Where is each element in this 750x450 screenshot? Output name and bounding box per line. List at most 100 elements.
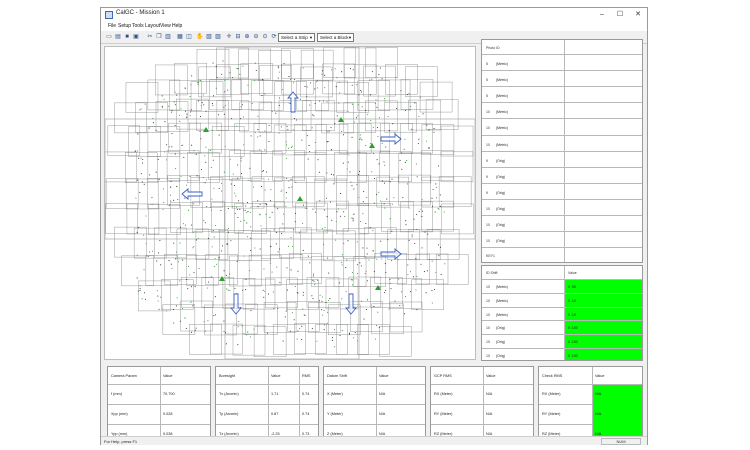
block-select[interactable]: Select a Block ▼ [317, 33, 354, 42]
table-cell-param: Y (Meter) [327, 412, 343, 416]
photo-type: (Orig) [496, 239, 505, 244]
tie-point [189, 274, 191, 276]
photo-list-row[interactable]: 5 (Metric) [482, 54, 642, 70]
cut-icon[interactable]: ✂ [146, 33, 154, 41]
tie-point [417, 143, 419, 145]
photo-footprint [201, 277, 235, 308]
tie-point [259, 248, 261, 250]
tie-point [254, 131, 256, 133]
table-cell-param: RY (Meter) [542, 412, 561, 416]
menu-setup[interactable]: Setup [118, 23, 131, 29]
tie-point [312, 114, 314, 116]
photo-list-row[interactable]: 9 (Orig) [482, 182, 642, 199]
strip-select[interactable]: Select a Strip ▼ [278, 33, 315, 42]
select-icon[interactable]: ▧ [205, 33, 213, 41]
photo-list-row[interactable]: 5 (Metric) [482, 86, 642, 102]
minimize-button[interactable]: – [595, 9, 609, 20]
photo-list-row[interactable]: 10 (Orig) [482, 231, 642, 247]
tie-point [246, 236, 249, 238]
save-icon[interactable]: ■ [123, 33, 131, 41]
tie-point [171, 146, 173, 148]
tie-point [312, 279, 314, 281]
tie-point [341, 298, 343, 300]
tie-point [211, 246, 213, 248]
photo-list-panel: Photo ID 5 (Metric) 5 (Metric) 5 (Metric) 10 (M… [481, 39, 643, 263]
photo-footprint [114, 102, 147, 134]
tie-point [155, 129, 157, 131]
shift-row[interactable]: 10 (Metric) 0 .10 [482, 292, 642, 307]
paste-icon[interactable]: ▥ [164, 33, 172, 41]
measure-icon[interactable]: ⊟ [234, 33, 242, 41]
tie-point [306, 95, 308, 97]
tie-point [285, 197, 287, 199]
menu-view[interactable]: View [160, 23, 171, 29]
photo-list-row[interactable]: 9 (Orig) [482, 166, 642, 183]
table-cell-param: Ty (Arcmin) [219, 412, 239, 416]
tie-point [212, 62, 214, 64]
tie-point [203, 220, 205, 222]
open-icon[interactable]: ▤ [114, 33, 122, 41]
photo-list-row[interactable]: 10 (Metric) [482, 118, 642, 134]
tie-point [193, 203, 195, 205]
tie-point [379, 200, 382, 202]
print-icon[interactable]: ▣ [132, 33, 140, 41]
photo-list-row[interactable]: 10 (Metric) [482, 134, 642, 151]
tie-point [341, 330, 343, 332]
photo-list-row[interactable]: 10 (Orig) [482, 215, 642, 231]
photo-id: 10 [486, 142, 490, 147]
tie-point [137, 133, 139, 135]
crosshair-icon[interactable]: ✛ [225, 33, 233, 41]
layout-icon[interactable]: ▦ [176, 33, 184, 41]
photo-layout-canvas[interactable] [104, 46, 476, 360]
zoom-in-icon[interactable]: ⊕ [243, 33, 251, 41]
block-icon[interactable]: ▨ [214, 33, 222, 41]
photo-list-row[interactable]: 5 (Metric) [482, 70, 642, 86]
tie-point [315, 211, 317, 213]
shift-row[interactable]: 10 (Metric) 0 .05 [482, 279, 642, 293]
photo-footprint [315, 80, 348, 112]
tie-point [286, 125, 288, 128]
table-cell-value: 0.028 [163, 412, 173, 416]
shift-row[interactable]: 10 (Orig) 0 .100 [482, 348, 642, 360]
menu-help[interactable]: Help [172, 23, 182, 29]
photo-icon[interactable]: ◫ [185, 33, 193, 41]
tie-point [135, 197, 137, 199]
tie-point [243, 116, 245, 118]
menu-layout[interactable]: Layout [145, 23, 160, 29]
tie-point [301, 339, 303, 341]
photo-list-row[interactable]: 9 (Orig) [482, 150, 642, 167]
hand-icon[interactable]: ✋ [196, 33, 204, 41]
control-point-icon [297, 196, 303, 201]
shift-row[interactable]: 10 (Orig) 0 .100 [482, 334, 642, 348]
menu-file[interactable]: File [108, 23, 116, 29]
tie-point [145, 215, 147, 217]
tie-point [352, 218, 354, 220]
photo-list-row[interactable]: 10 (Metric) [482, 102, 642, 118]
tie-point [431, 197, 433, 199]
layout-plot[interactable] [105, 47, 476, 360]
photo-footprint [365, 100, 398, 132]
tie-point [197, 83, 199, 85]
new-icon[interactable]: ▭ [105, 33, 113, 41]
close-button[interactable]: ✕ [631, 9, 645, 20]
tie-point [215, 263, 218, 265]
maximize-button[interactable]: ☐ [613, 9, 627, 20]
tie-point [433, 131, 435, 133]
photo-footprint [190, 81, 224, 112]
copy-icon[interactable]: ❐ [155, 33, 163, 41]
menu-tools[interactable]: Tools [132, 23, 144, 29]
shift-row[interactable]: 10 (Metric) 0 .10 [482, 306, 642, 321]
table-cell-value: N/A [486, 392, 493, 396]
shift-row[interactable]: 10 (Orig) 0 .100 [482, 320, 642, 335]
tie-point [399, 159, 401, 162]
tie-point [323, 244, 325, 246]
tie-point [233, 184, 236, 187]
tie-point [198, 100, 200, 102]
zoom-fit-icon[interactable]: ⊙ [261, 33, 269, 41]
photo-list-row[interactable]: 10 (Orig) [482, 198, 642, 215]
tie-point [406, 94, 408, 96]
tie-point [312, 297, 314, 300]
refresh-icon[interactable]: ⟳ [270, 33, 278, 41]
tie-point [210, 166, 212, 168]
zoom-out-icon[interactable]: ⊖ [252, 33, 260, 41]
